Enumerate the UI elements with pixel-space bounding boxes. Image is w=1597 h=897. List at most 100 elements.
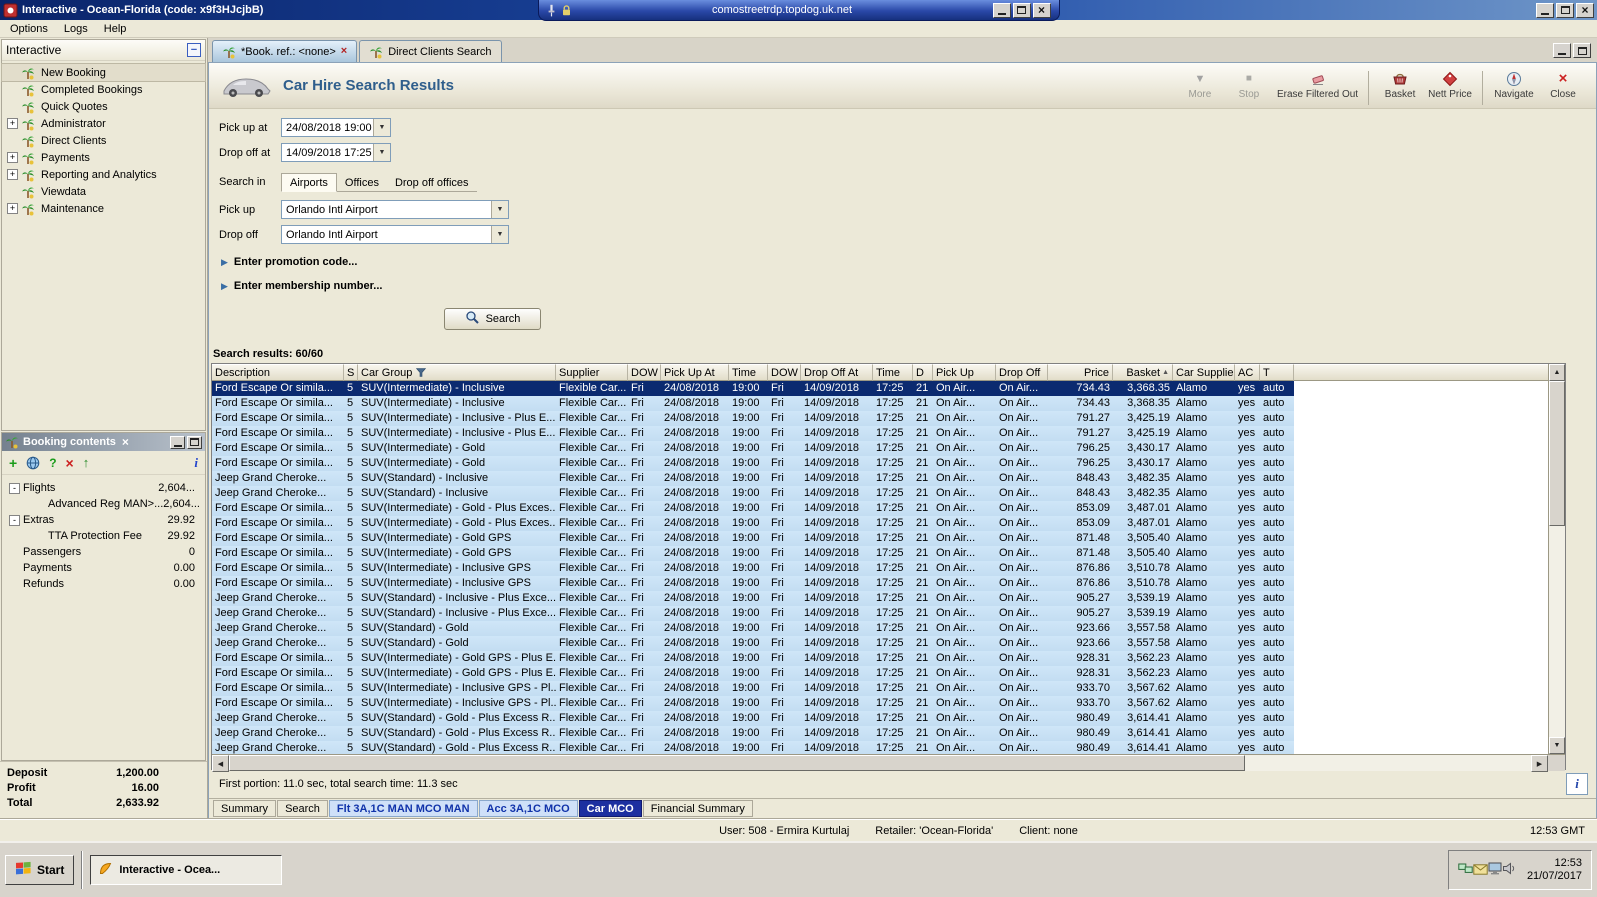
column-header-d-10[interactable]: D [913,364,933,381]
column-header-price-13[interactable]: Price [1048,364,1113,381]
toolbar-basket-button[interactable]: Basket [1377,70,1423,100]
column-header-t-17[interactable]: T [1260,364,1294,381]
tab-book-ref-none[interactable]: *Book. ref.: <none> × [212,40,358,62]
collapse-panel-button[interactable]: − [187,43,201,57]
column-header-drop-off-12[interactable]: Drop Off [996,364,1048,381]
rdp-restore-button[interactable] [1012,2,1031,18]
sidebar-item-payments[interactable]: + Payments [2,149,205,166]
booking-row-payments[interactable]: Payments 0.00 [4,560,203,576]
taskbar-task-button[interactable]: Interactive - Ocea... [90,855,283,885]
menu-options[interactable]: Options [2,21,56,37]
sidebar-item-completed-bookings[interactable]: Completed Bookings [2,81,205,98]
menu-logs[interactable]: Logs [56,21,96,37]
table-row[interactable]: Jeep Grand Cheroke... 5 SUV(Standard) - Go… [212,726,1548,741]
scroll-down-button[interactable]: ▼ [1549,737,1565,754]
expander-icon[interactable]: + [7,152,18,163]
sidebar-item-maintenance[interactable]: + Maintenance [2,200,205,217]
start-button[interactable]: Start [5,855,75,885]
expander-icon[interactable]: + [7,118,18,129]
column-header-dow-7[interactable]: DOW [768,364,801,381]
network-icon[interactable] [1458,862,1473,875]
booking-row-passengers[interactable]: Passengers 0 [4,544,203,560]
toolbar-close-button[interactable]: × Close [1540,70,1586,100]
table-row[interactable]: Jeep Grand Cheroke... 5 SUV(Standard) - In… [212,486,1548,501]
booking-row-flights[interactable]: - Flights 2,604... [4,480,203,496]
table-row[interactable]: Ford Escape Or simila... 5 SUV(Intermediat… [212,681,1548,696]
horizontal-scrollbar-thumb[interactable] [229,755,1245,771]
table-row[interactable]: Jeep Grand Cheroke... 5 SUV(Standard) - Go… [212,741,1548,754]
search-in-tab-drop-off-offices[interactable]: Drop off offices [387,174,477,191]
vertical-scrollbar[interactable]: ▲ ▼ [1548,364,1565,754]
sidebar-item-administrator[interactable]: + Administrator [2,115,205,132]
sidebar-item-new-booking[interactable]: New Booking [1,63,206,82]
table-row[interactable]: Ford Escape Or simila... 5 SUV(Intermediat… [212,426,1548,441]
close-panel-icon[interactable]: × [122,436,129,448]
dropoff-at-field[interactable]: 14/09/2018 17:25 ▼ [281,143,391,162]
sidebar-item-viewdata[interactable]: Viewdata [2,183,205,200]
dropdown-arrow-icon[interactable]: ▼ [373,144,390,161]
expander-icon[interactable]: + [7,203,18,214]
rdp-close-button[interactable]: × [1032,2,1051,18]
table-row[interactable]: Jeep Grand Cheroke... 5 SUV(Standard) - In… [212,606,1548,621]
rdp-minimize-button[interactable] [992,2,1011,18]
dropdown-arrow-icon[interactable]: ▼ [491,226,508,243]
column-header-pick-up-at-5[interactable]: Pick Up At [661,364,729,381]
expander-icon[interactable]: - [9,514,20,526]
dropdown-arrow-icon[interactable]: ▼ [373,119,390,136]
toolbar-nett-price-button[interactable]: Nett Price [1426,70,1474,100]
expander-icon[interactable]: - [9,482,20,494]
search-in-tab-offices[interactable]: Offices [337,174,387,191]
booking-row-tta-protection-fee[interactable]: TTA Protection Fee 29.92 [4,528,203,544]
dropdown-arrow-icon[interactable]: ▼ [491,201,508,218]
column-header-dow-4[interactable]: DOW [628,364,661,381]
mdi-minimize-button[interactable] [1553,43,1571,58]
sidebar-item-direct-clients[interactable]: Direct Clients [2,132,205,149]
table-row[interactable]: Ford Escape Or simila... 5 SUV(Intermediat… [212,561,1548,576]
bottom-tab-car-mco[interactable]: Car MCO [578,800,642,817]
dropoff-office-select[interactable]: Orlando Intl Airport ▼ [281,225,509,244]
column-header-description-0[interactable]: Description [212,364,344,381]
pickup-at-field[interactable]: 24/08/2018 19:00 ▼ [281,118,391,137]
close-tab-icon[interactable]: × [341,46,347,57]
promo-code-expander[interactable]: ▶ Enter promotion code... [221,256,1596,268]
booking-row-refunds[interactable]: Refunds 0.00 [4,576,203,592]
booking-info-icon[interactable]: i [194,455,198,471]
column-header-drop-off-at-8[interactable]: Drop Off At [801,364,873,381]
table-row[interactable]: Ford Escape Or simila... 5 SUV(Intermediat… [212,411,1548,426]
table-row[interactable]: Jeep Grand Cheroke... 5 SUV(Standard) - In… [212,471,1548,486]
table-row[interactable]: Ford Escape Or simila... 5 SUV(Intermediat… [212,381,1548,396]
window-maximize-button[interactable] [1556,2,1574,18]
membership-expander[interactable]: ▶ Enter membership number... [221,280,1596,292]
search-in-tab-airports[interactable]: Airports [281,173,337,192]
menu-help[interactable]: Help [96,21,135,37]
filter-icon[interactable] [416,368,427,377]
table-row[interactable]: Ford Escape Or simila... 5 SUV(Intermediat… [212,501,1548,516]
tab-direct-clients-search[interactable]: Direct Clients Search [359,40,502,62]
vertical-scrollbar-thumb[interactable] [1549,381,1565,526]
booking-help-icon[interactable]: ? [49,455,56,471]
table-row[interactable]: Ford Escape Or simila... 5 SUV(Intermediat… [212,396,1548,411]
booking-upload-icon[interactable]: ↑ [83,455,90,471]
column-header-time-9[interactable]: Time [873,364,913,381]
panel-maximize-button[interactable] [187,435,202,449]
pin-icon[interactable] [547,4,556,17]
column-header-s-1[interactable]: S [344,364,358,381]
booking-add-icon[interactable]: + [9,455,17,471]
column-header-time-6[interactable]: Time [729,364,768,381]
expander-icon[interactable]: + [7,169,18,180]
sidebar-item-quick-quotes[interactable]: Quick Quotes [2,98,205,115]
bottom-tab-search[interactable]: Search [277,800,328,817]
booking-delete-icon[interactable]: × [66,455,74,471]
booking-row-extras[interactable]: - Extras 29.92 [4,512,203,528]
table-row[interactable]: Ford Escape Or simila... 5 SUV(Intermediat… [212,576,1548,591]
sidebar-item-reporting-and-analytics[interactable]: + Reporting and Analytics [2,166,205,183]
volume-icon[interactable] [1502,862,1516,875]
scroll-up-button[interactable]: ▲ [1549,364,1565,381]
mail-icon[interactable] [1473,864,1488,875]
table-row[interactable]: Ford Escape Or simila... 5 SUV(Intermediat… [212,516,1548,531]
horizontal-scrollbar[interactable]: ◀ ▶ [212,755,1548,772]
window-close-button[interactable]: × [1576,2,1594,18]
bottom-tab-summary[interactable]: Summary [213,800,277,817]
column-header-ac-16[interactable]: AC [1235,364,1260,381]
bottom-tab-acc-3a-1c-mco[interactable]: Acc 3A,1C MCO [478,800,578,817]
